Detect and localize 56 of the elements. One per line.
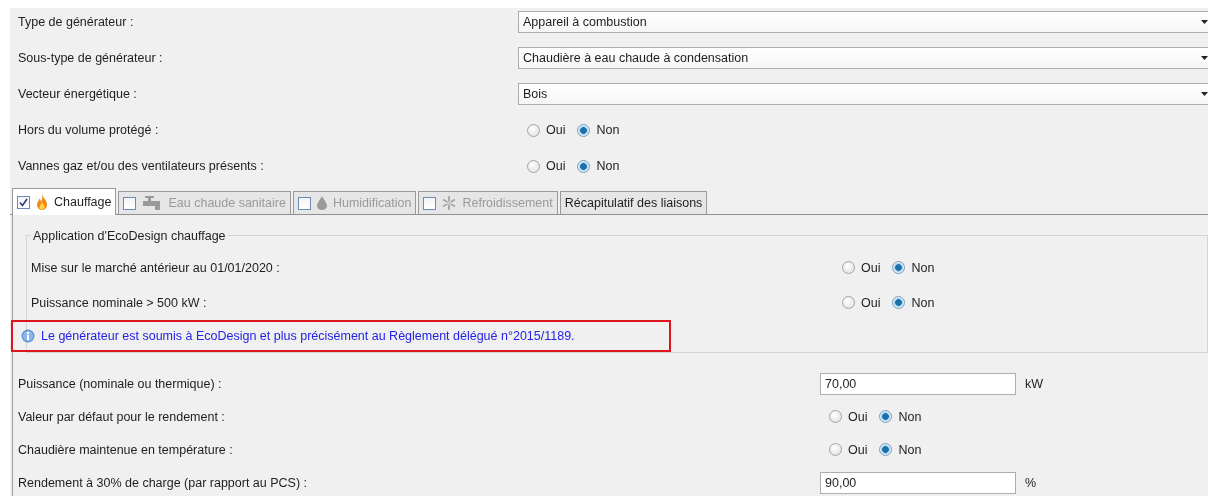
field-label: Hors du volume protégé : bbox=[18, 123, 160, 137]
unit-label: % bbox=[1025, 475, 1037, 490]
radio-button[interactable] bbox=[892, 261, 906, 274]
checkbox[interactable] bbox=[17, 195, 30, 209]
radio-button[interactable] bbox=[577, 123, 591, 137]
radio-button[interactable] bbox=[829, 443, 842, 456]
option-label[interactable]: Oui bbox=[546, 123, 566, 137]
radio-button[interactable] bbox=[879, 410, 893, 423]
notice-text: Le générateur est soumis à EcoDesign et plus précisément au Règlement délégué n°2015/1189. bbox=[41, 329, 575, 343]
option-label[interactable]: Non bbox=[911, 260, 935, 275]
radio-button[interactable] bbox=[577, 159, 591, 173]
dropdown-field[interactable]: Chaudière à eau chaude à condensation bbox=[518, 47, 1208, 69]
option-label[interactable]: Non bbox=[898, 442, 922, 457]
unit-label: kW bbox=[1025, 376, 1044, 391]
info-icon bbox=[21, 329, 35, 343]
dropdown-field[interactable]: Appareil à combustion bbox=[518, 11, 1208, 33]
option-label[interactable]: Oui bbox=[848, 409, 868, 424]
number-field[interactable]: 70,00 bbox=[820, 372, 1016, 395]
field-label: Mise sur le marché antérieur au 01/01/2020 : bbox=[31, 260, 281, 275]
option-label[interactable]: Oui bbox=[848, 442, 868, 457]
caret-icon bbox=[1201, 20, 1208, 24]
option-label[interactable]: Non bbox=[898, 409, 922, 424]
dropdown-field[interactable]: Bois bbox=[518, 83, 1208, 105]
field-label: Puissance nominale > 500 kW : bbox=[31, 295, 208, 310]
number-field[interactable]: 90,00 bbox=[820, 471, 1016, 494]
radio-button[interactable] bbox=[527, 123, 540, 137]
caret-icon bbox=[1201, 92, 1208, 96]
tab[interactable]: Récapitulatif des liaisons bbox=[559, 191, 708, 214]
radio-button[interactable] bbox=[829, 410, 842, 423]
option-label[interactable]: Non bbox=[596, 123, 620, 137]
option-label[interactable]: Oui bbox=[546, 159, 566, 173]
field-label: Type de générateur : bbox=[18, 15, 135, 29]
field-label: Chaudière maintenue en température : bbox=[18, 442, 234, 457]
caret-icon bbox=[1201, 56, 1208, 60]
field-label: Puissance (nominale ou thermique) : bbox=[18, 376, 223, 391]
drop-icon bbox=[316, 196, 327, 210]
checkmark-icon bbox=[19, 197, 28, 207]
radio-button[interactable] bbox=[879, 443, 893, 456]
flame-icon bbox=[36, 194, 48, 210]
radio-button[interactable] bbox=[892, 296, 906, 309]
option-label[interactable]: Non bbox=[596, 159, 620, 173]
snowflake-icon bbox=[442, 196, 457, 210]
radio-button[interactable] bbox=[842, 296, 855, 309]
faucet-icon bbox=[142, 196, 163, 210]
tab[interactable]: Chauffage bbox=[12, 188, 117, 215]
group-title: Application d'EcoDesign chauffage bbox=[31, 229, 228, 243]
field-label: Vecteur énergétique : bbox=[18, 87, 138, 101]
option-label[interactable]: Oui bbox=[861, 260, 881, 275]
option-label[interactable]: Oui bbox=[861, 295, 881, 310]
field-label: Sous-type de générateur : bbox=[18, 51, 164, 65]
option-label[interactable]: Non bbox=[911, 295, 935, 310]
field-label: Valeur par défaut pour le rendement : bbox=[18, 409, 226, 424]
radio-button[interactable] bbox=[527, 159, 540, 173]
field-label: Vannes gaz et/ou des ventilateurs présents : bbox=[18, 159, 265, 173]
radio-button[interactable] bbox=[842, 261, 855, 274]
field-label: Rendement à 30% de charge (par rapport au PCS) : bbox=[18, 475, 309, 490]
